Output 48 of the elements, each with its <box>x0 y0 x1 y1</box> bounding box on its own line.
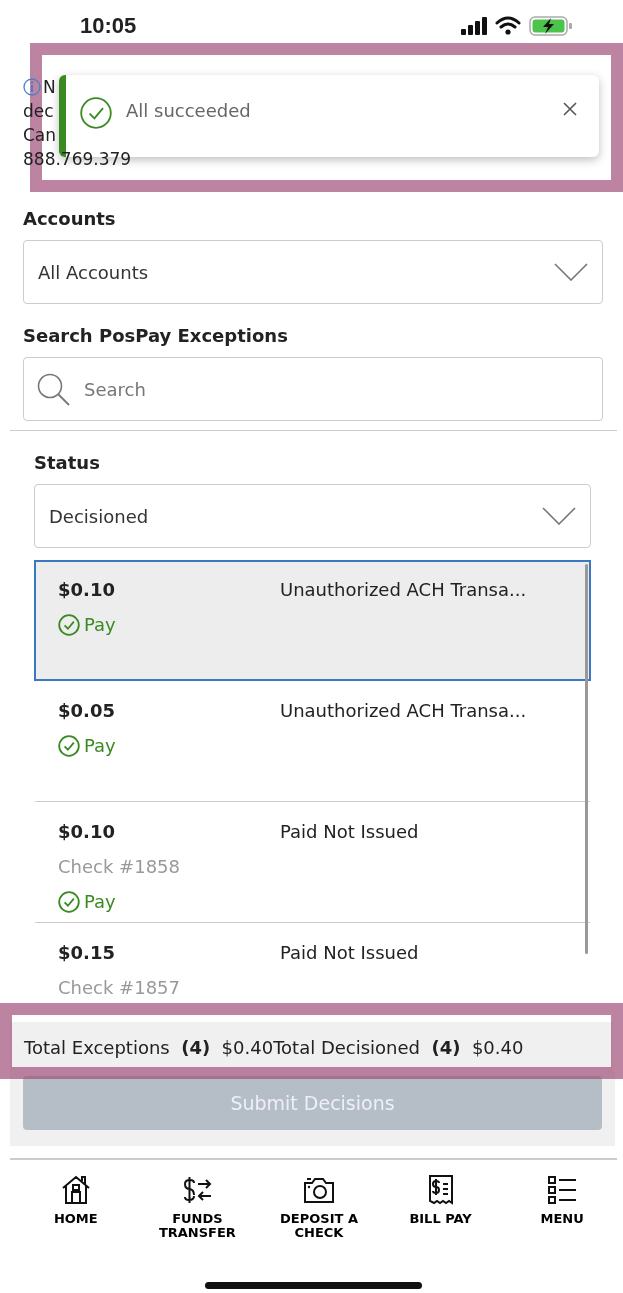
battery-icon <box>529 14 573 37</box>
wifi-icon <box>495 16 521 35</box>
search-field[interactable]: Search <box>23 357 603 421</box>
exception-type: Unauthorized ACH Transa... <box>280 578 527 602</box>
amount-text: $0.10 <box>58 578 116 602</box>
tab-bar-item[interactable]: FUNDS TRANSFER <box>136 1174 259 1240</box>
toast-message: All succeeded <box>126 99 252 123</box>
notice-text: N <box>43 76 56 99</box>
decision-text: Pay <box>84 734 116 758</box>
menu-icon <box>546 1174 579 1206</box>
status-select[interactable]: Decisioned <box>34 484 591 548</box>
chevron-down-icon <box>554 263 588 281</box>
exception-type: Paid Not Issued <box>280 820 419 844</box>
totals-text: Total Decisioned (4) $0.40 <box>273 1035 524 1060</box>
tab-bar-item[interactable]: HOME <box>15 1174 137 1240</box>
check-circle-icon <box>58 613 80 636</box>
scrollbar[interactable] <box>585 564 588 954</box>
clock-time: 10:05 <box>80 12 137 40</box>
decision-text: Pay <box>84 890 116 914</box>
exception-type: Paid Not Issued <box>280 941 419 965</box>
info-icon <box>23 77 41 97</box>
amount-text: $0.15 <box>58 941 116 965</box>
search-icon <box>36 372 70 406</box>
exception-row[interactable]: $0.10 Pay Unauthorized ACH Transa... <box>34 560 591 681</box>
notice-text: dec <box>23 100 54 123</box>
check-circle-icon <box>58 890 80 913</box>
check-number: Check #1857 <box>58 976 181 1000</box>
exception-type: Unauthorized ACH Transa... <box>280 699 527 723</box>
check-number: Check #1858 <box>58 855 181 879</box>
account-select[interactable]: All Accounts <box>23 240 603 304</box>
chevron-down-icon <box>542 507 576 525</box>
field-label: Search PosPay Exceptions <box>23 324 289 348</box>
notice-text: Can <box>23 124 57 147</box>
field-label: Accounts <box>23 207 117 231</box>
tab-bar-item[interactable]: BILL PAY <box>379 1174 502 1240</box>
notice-text: 888.769.379 <box>23 148 132 171</box>
check-circle-icon <box>80 97 112 129</box>
close-icon <box>563 101 577 116</box>
decision-text: Pay <box>84 613 116 637</box>
tab-bar-item[interactable]: MENU <box>501 1174 623 1240</box>
check-circle-icon <box>58 734 80 757</box>
transfer-icon <box>181 1174 214 1206</box>
field-label: Status <box>34 451 101 475</box>
amount-text: $0.05 <box>58 699 116 723</box>
amount-text: $0.10 <box>58 820 116 844</box>
tab-bar-item[interactable]: DEPOSIT A CHECK <box>258 1174 380 1240</box>
totals-text: Total Exceptions (4) $0.40 <box>24 1035 274 1060</box>
signal-icon <box>461 16 487 35</box>
